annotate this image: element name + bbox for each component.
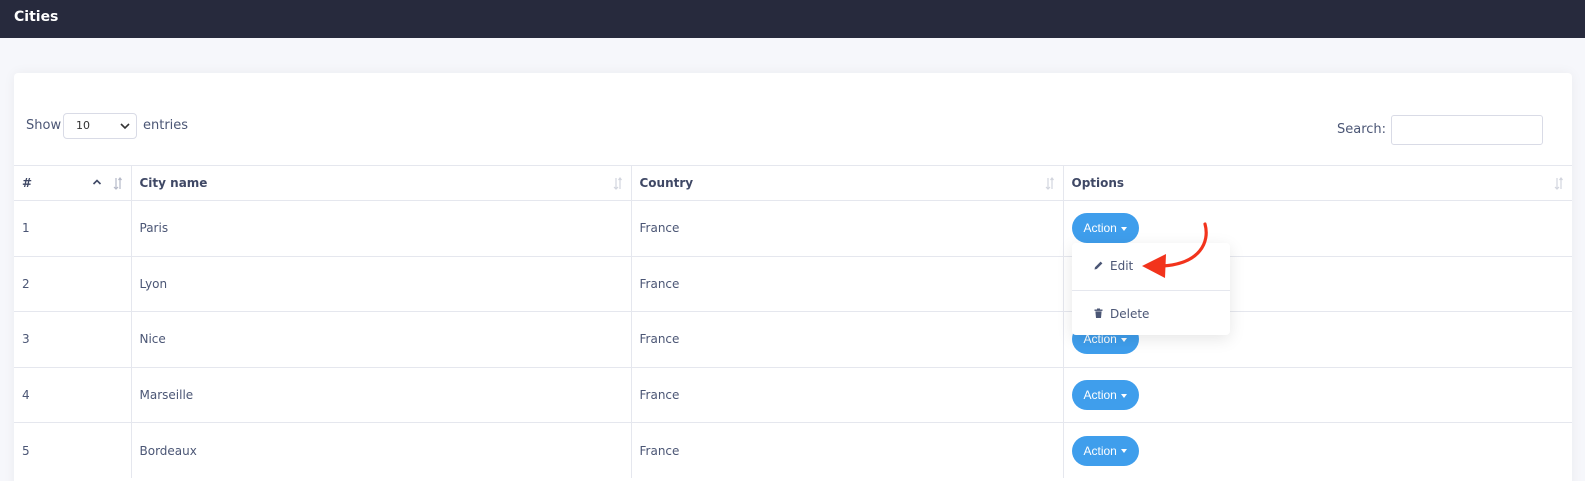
cell-country: France bbox=[631, 366, 1064, 423]
cell-id: 4 bbox=[14, 366, 132, 423]
entries-select[interactable]: 10 bbox=[63, 113, 137, 139]
column-header-id[interactable]: # bbox=[14, 165, 132, 201]
action-button-label: Action bbox=[1083, 443, 1117, 458]
column-header-label: City name bbox=[139, 176, 208, 190]
show-label: Show bbox=[26, 118, 62, 133]
sort-icon bbox=[113, 177, 122, 190]
cell-city: Bordeaux bbox=[131, 422, 632, 478]
caret-down-icon bbox=[1120, 449, 1127, 454]
page-title: Cities bbox=[14, 9, 59, 25]
action-button-label: Action bbox=[1083, 387, 1117, 402]
entries-label: entries bbox=[143, 118, 189, 133]
cell-country: France bbox=[631, 200, 1064, 256]
cell-id: 1 bbox=[14, 200, 132, 256]
cell-country: France bbox=[631, 311, 1064, 367]
cell-options: Action bbox=[1063, 366, 1572, 423]
table-row: 2 Lyon France bbox=[14, 255, 1572, 312]
table-row: 5 Bordeaux France Action bbox=[14, 422, 1572, 478]
cell-id: 2 bbox=[14, 255, 132, 312]
table-row: 3 Nice France Action bbox=[14, 311, 1572, 367]
sort-icon bbox=[1554, 177, 1563, 190]
search-input[interactable] bbox=[1391, 115, 1543, 145]
action-button[interactable]: Action bbox=[1071, 435, 1139, 466]
top-bar: Cities bbox=[0, 0, 1585, 38]
cell-options: Action bbox=[1063, 422, 1572, 478]
column-header-label: Country bbox=[639, 176, 694, 190]
caret-down-icon bbox=[1120, 338, 1127, 343]
action-button[interactable]: Action bbox=[1071, 213, 1139, 244]
caret-up-icon bbox=[92, 179, 102, 185]
sort-icon bbox=[1045, 177, 1054, 190]
caret-down-icon bbox=[1120, 227, 1127, 232]
cities-table: # City name Country Options 1 Paris Fran… bbox=[14, 165, 1572, 478]
cell-city: Paris bbox=[131, 200, 632, 256]
pencil-icon bbox=[1094, 261, 1103, 270]
cell-id: 3 bbox=[14, 311, 132, 367]
cell-country: France bbox=[631, 422, 1064, 478]
column-header-country[interactable]: Country bbox=[631, 165, 1064, 201]
caret-down-icon bbox=[1120, 393, 1127, 398]
dropdown-item-label: Delete bbox=[1110, 307, 1150, 321]
entries-select-value: 10 bbox=[76, 119, 90, 132]
sort-icon bbox=[613, 177, 622, 190]
dropdown-divider bbox=[1072, 290, 1230, 291]
cell-city: Lyon bbox=[131, 255, 632, 312]
cell-country: France bbox=[631, 255, 1064, 312]
cell-id: 5 bbox=[14, 422, 132, 478]
annotation-arrow-icon bbox=[1142, 222, 1208, 278]
action-button[interactable]: Action bbox=[1071, 379, 1139, 410]
dropdown-item-label: Edit bbox=[1110, 259, 1134, 273]
action-button-label: Action bbox=[1083, 221, 1117, 236]
column-header-city[interactable]: City name bbox=[131, 165, 632, 201]
column-header-label: Options bbox=[1071, 176, 1125, 190]
column-header-options[interactable]: Options bbox=[1063, 165, 1572, 201]
column-header-label: # bbox=[22, 176, 33, 190]
table-row: 4 Marseille France Action bbox=[14, 366, 1572, 423]
cell-city: Marseille bbox=[131, 366, 632, 423]
table-row: 1 Paris France Action bbox=[14, 200, 1572, 256]
table-header-row: # City name Country Options bbox=[14, 165, 1572, 201]
cell-city: Nice bbox=[131, 311, 632, 367]
dropdown-item-delete[interactable]: Delete bbox=[1072, 299, 1230, 329]
chevron-down-icon bbox=[120, 123, 130, 130]
search-label: Search: bbox=[1337, 122, 1387, 137]
trash-icon bbox=[1094, 308, 1103, 318]
